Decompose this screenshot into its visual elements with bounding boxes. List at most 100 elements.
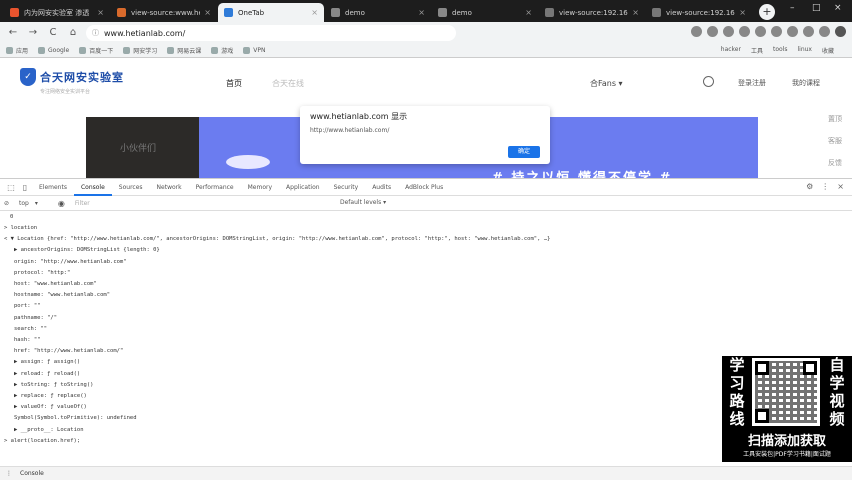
browser-tab[interactable]: OneTab × <box>218 3 324 22</box>
device-toolbar-icon[interactable]: ▯ <box>18 183 32 192</box>
devtools-tab[interactable]: Security <box>327 179 366 196</box>
eye-icon[interactable]: ◉ <box>58 199 65 208</box>
extension-icon[interactable] <box>771 26 782 37</box>
bookmark-icon <box>38 47 46 54</box>
devtools-tab[interactable]: Performance <box>189 179 241 196</box>
bookmark-label: 网易云课 <box>177 48 202 55</box>
extension-icon[interactable] <box>691 26 702 37</box>
login-link[interactable]: 登录注册 <box>738 78 766 88</box>
tab-title: view-source:www.het <box>131 8 201 17</box>
search-icon[interactable] <box>703 76 714 87</box>
bookmark-list: 应用 Google 百度一下 网安学习 网易云课 游戏 VPN <box>6 46 275 55</box>
tab-close-icon[interactable]: × <box>311 8 318 17</box>
minimize-button[interactable]: – <box>790 3 795 13</box>
chevron-down-icon[interactable]: ▾ <box>35 200 38 207</box>
devtools-drawer: ⋮ Console <box>0 466 852 480</box>
devtools-tab[interactable]: Sources <box>112 179 150 196</box>
console-filter-input[interactable]: Filter <box>75 200 90 207</box>
bookmark-item[interactable]: 百度一下 <box>79 46 113 55</box>
drawer-tab-console[interactable]: Console <box>20 470 44 477</box>
tab-close-icon[interactable]: × <box>418 8 425 17</box>
bookmark-label: 网安学习 <box>133 48 158 55</box>
side-float-item[interactable]: 置顶 <box>828 114 842 124</box>
bookmark-item[interactable]: Google <box>38 46 69 55</box>
nav-link[interactable]: 合天在线 <box>272 78 304 89</box>
my-courses-link[interactable]: 我的课程 <box>792 78 820 88</box>
menu-icon[interactable] <box>835 26 846 37</box>
extension-icon[interactable] <box>739 26 750 37</box>
tab-close-icon[interactable]: × <box>632 8 639 17</box>
nav-fans-dropdown[interactable]: 合Fans ▾ <box>590 78 623 89</box>
devtools-tabs: Elements Console Sources Network Performance… <box>32 179 450 196</box>
back-button[interactable]: ← <box>6 26 20 40</box>
alert-ok-button[interactable]: 确定 <box>508 146 540 158</box>
reload-button[interactable]: C <box>46 26 60 40</box>
web-page: ✓ 合天网安实验室 专注网络安全实训平台 首页 合天在线 合Fans ▾ 登录注… <box>0 58 852 178</box>
bookmark-item[interactable]: VPN <box>243 46 265 55</box>
bookmark-item[interactable]: 工具 <box>751 46 763 55</box>
console-line: > location <box>4 225 38 231</box>
console-line: port: "" <box>14 303 41 310</box>
bookmark-item[interactable]: 网安学习 <box>123 46 157 55</box>
browser-tab[interactable]: view-source:192.168. × <box>539 3 645 22</box>
tab-close-icon[interactable]: × <box>739 8 746 17</box>
bookmark-label: VPN <box>253 47 266 54</box>
forward-button[interactable]: → <box>26 26 40 40</box>
browser-toolbar: ← → C ⌂ ⓘ www.hetianlab.com/ <box>0 22 852 44</box>
bookmark-item[interactable]: tools <box>773 46 788 55</box>
browser-tab[interactable]: demo × <box>325 3 431 22</box>
devtools-tab[interactable]: Elements <box>32 179 74 196</box>
tab-close-icon[interactable]: × <box>97 8 104 17</box>
side-float-item[interactable]: 反馈 <box>828 158 842 168</box>
extension-icon[interactable] <box>755 26 766 37</box>
promo-char: 线 <box>729 410 745 428</box>
devtools-tab[interactable]: Console <box>73 179 112 196</box>
address-bar[interactable]: ⓘ www.hetianlab.com/ <box>86 25 456 41</box>
console-line: hostname: "www.hetianlab.com" <box>14 292 111 299</box>
nav-home-link[interactable]: 首页 <box>226 78 242 89</box>
browser-tab[interactable]: view-source:192.168. × <box>646 3 752 22</box>
favicon-icon <box>545 8 554 17</box>
tab-close-icon[interactable]: × <box>525 8 532 17</box>
context-select[interactable]: top <box>19 200 29 207</box>
clear-console-icon[interactable]: ⊘ <box>4 200 9 207</box>
bookmark-item[interactable]: linux <box>797 46 812 55</box>
settings-icon[interactable]: ⚙ <box>806 182 813 191</box>
console-line: href: "http://www.hetianlab.com/" <box>14 348 124 355</box>
browser-tab-strip: 内为网安实验室 渗透 × view-source:www.het × OneTab × de… <box>0 0 852 22</box>
browser-tab[interactable]: view-source:www.het × <box>111 3 217 22</box>
devtools-tab[interactable]: Network <box>150 179 189 196</box>
banner-photo-text: 小伙伴们 <box>120 144 157 154</box>
devtools-tab[interactable]: Application <box>279 179 327 196</box>
more-icon[interactable]: ⋮ <box>821 182 829 191</box>
site-logo[interactable]: ✓ 合天网安实验室 <box>20 68 124 86</box>
more-icon[interactable]: ⋮ <box>6 470 12 477</box>
inspect-icon[interactable]: ⬚ <box>4 183 18 192</box>
maximize-button[interactable]: □ <box>812 3 821 13</box>
devtools-tab[interactable]: AdBlock Plus <box>398 179 450 196</box>
bookmark-item[interactable]: hacker <box>721 46 741 55</box>
bookmark-item[interactable]: 游戏 <box>211 46 233 55</box>
home-button[interactable]: ⌂ <box>66 26 80 40</box>
extension-icon[interactable] <box>803 26 814 37</box>
extension-icon[interactable] <box>787 26 798 37</box>
bookmark-item[interactable]: 网易云课 <box>167 46 201 55</box>
close-window-button[interactable]: × <box>834 3 842 13</box>
close-icon[interactable]: × <box>837 182 844 191</box>
browser-tab[interactable]: 内为网安实验室 渗透 × <box>4 3 110 22</box>
browser-tab[interactable]: demo × <box>432 3 538 22</box>
devtools-tab[interactable]: Memory <box>241 179 279 196</box>
side-float-item[interactable]: 客服 <box>828 136 842 146</box>
console-line: ▶ valueOf: ƒ valueOf() <box>14 404 87 411</box>
bookmark-item[interactable]: 收藏 <box>822 46 834 55</box>
side-float-menu: 置顶 客服 反馈 <box>828 114 842 168</box>
devtools-tab[interactable]: Audits <box>365 179 398 196</box>
log-levels-dropdown[interactable]: Default levels ▾ <box>340 199 386 206</box>
extension-icon[interactable] <box>707 26 718 37</box>
bookmark-item[interactable]: 应用 <box>6 46 28 55</box>
profile-avatar[interactable] <box>819 26 830 37</box>
qr-corner <box>755 361 769 375</box>
extension-icon[interactable] <box>723 26 734 37</box>
tab-close-icon[interactable]: × <box>204 8 211 17</box>
new-tab-button[interactable]: + <box>759 4 775 20</box>
